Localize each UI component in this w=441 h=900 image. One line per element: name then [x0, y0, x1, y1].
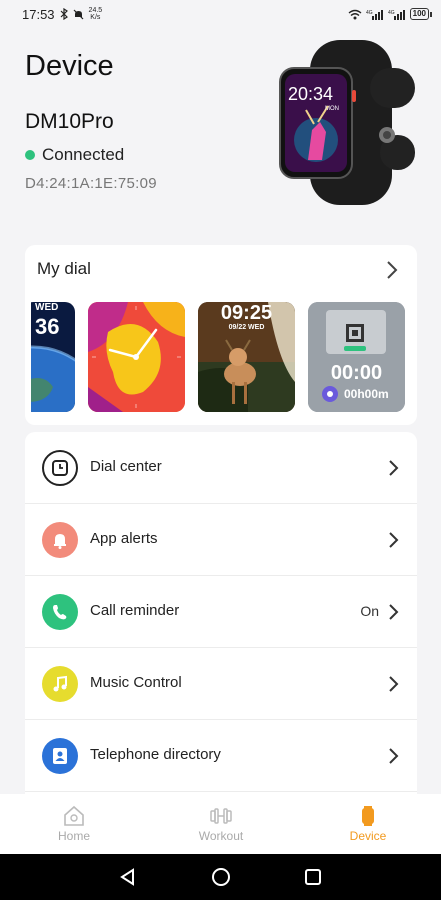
- battery-icon: 100: [409, 8, 433, 20]
- dial-face-number: 36: [35, 314, 60, 339]
- menu-row-music-control[interactable]: Music Control: [25, 648, 417, 720]
- dial-face-time: 09:25: [220, 302, 273, 324]
- tab-workout[interactable]: Workout: [171, 794, 271, 854]
- menu-label-app-alerts: App alerts: [90, 530, 158, 547]
- my-dial-card[interactable]: My dial WED 36 09:25 09/22 WED 00:00 00h…: [25, 245, 417, 425]
- back-icon[interactable]: [118, 867, 138, 887]
- dial-face-deer[interactable]: 09:25 09/22 WED: [198, 302, 295, 412]
- signal-icon-2: 4G: [388, 9, 405, 20]
- bluetooth-icon: [60, 8, 68, 20]
- connection-status-label: Connected: [42, 145, 125, 164]
- home-button-icon[interactable]: [211, 867, 231, 887]
- menu-row-telephone-directory[interactable]: Telephone directory: [25, 720, 417, 792]
- svg-text:4G: 4G: [388, 10, 395, 16]
- dial-face-earth[interactable]: WED 36: [31, 302, 75, 412]
- menu-row-app-alerts[interactable]: App alerts: [25, 504, 417, 576]
- call-reminder-status: On: [360, 603, 379, 619]
- tab-workout-label: Workout: [198, 829, 244, 843]
- mute-icon: [73, 9, 83, 19]
- dial-face-analog[interactable]: [88, 302, 185, 412]
- chevron-right-icon: [389, 748, 399, 764]
- watch-icon: [42, 450, 78, 486]
- menu-label-telephone-directory: Telephone directory: [90, 746, 221, 763]
- menu-label-call-reminder: Call reminder: [90, 602, 180, 619]
- menu-label-dial-center: Dial center: [90, 458, 162, 475]
- chevron-right-icon: [389, 676, 399, 692]
- chevron-right-icon: [389, 532, 399, 548]
- chevron-right-icon[interactable]: [381, 259, 403, 281]
- home-icon: [64, 805, 84, 826]
- contacts-icon: [42, 738, 78, 774]
- watch-time: 20:34: [288, 84, 333, 104]
- network-speed-unit: K/s: [90, 14, 101, 21]
- dial-face-date: 09/22 WED: [228, 324, 265, 331]
- tab-device-label: Device: [349, 829, 387, 843]
- status-bar: 17:53 24.5 K/s 4G 4G 100: [0, 0, 441, 28]
- connected-dot-icon: [25, 150, 35, 160]
- phone-icon: [42, 594, 78, 630]
- tab-device[interactable]: Device: [318, 794, 418, 854]
- device-icon: [362, 806, 374, 826]
- dial-face-timer-sub: 00h00m: [344, 387, 389, 401]
- menu-row-dial-center[interactable]: Dial center: [25, 432, 417, 504]
- system-nav-bar: [0, 854, 441, 900]
- status-time: 17:53: [22, 6, 55, 22]
- signal-icon: 4G: [366, 9, 383, 20]
- chevron-right-icon: [389, 604, 399, 620]
- tab-home[interactable]: Home: [24, 794, 124, 854]
- connection-status: Connected: [25, 145, 124, 165]
- my-dial-title: My dial: [37, 259, 91, 278]
- dial-face-timer-time: 00:00: [330, 362, 383, 384]
- network-speed: 24.5 K/s: [89, 7, 103, 21]
- watch-day: MON: [325, 106, 339, 112]
- svg-text:4G: 4G: [366, 10, 373, 16]
- bell-icon: [42, 522, 78, 558]
- recents-icon[interactable]: [303, 867, 323, 887]
- mac-address: D4:24:1A:1E:75:09: [25, 175, 157, 192]
- dumbbell-icon: [210, 808, 232, 824]
- device-name: DM10Pro: [25, 110, 114, 133]
- dial-face-day: WED: [35, 302, 59, 313]
- network-speed-value: 24.5: [88, 7, 103, 14]
- menu-label-music-control: Music Control: [90, 674, 182, 691]
- chevron-right-icon: [389, 460, 399, 476]
- music-note-icon: [42, 666, 78, 702]
- page-title: Device: [25, 50, 114, 82]
- dial-face-timer[interactable]: 00:00 00h00m: [308, 302, 405, 412]
- settings-list: Dial center App alerts Call reminder On …: [25, 432, 417, 794]
- dial-strip[interactable]: WED 36 09:25 09/22 WED 00:00 00h00m: [31, 302, 411, 412]
- tab-home-label: Home: [57, 829, 90, 843]
- bottom-tab-bar: Home Workout Device: [0, 794, 441, 854]
- wifi-icon: [348, 9, 362, 19]
- watch-image: 20:34 MON: [279, 40, 415, 205]
- menu-row-call-reminder[interactable]: Call reminder On: [25, 576, 417, 648]
